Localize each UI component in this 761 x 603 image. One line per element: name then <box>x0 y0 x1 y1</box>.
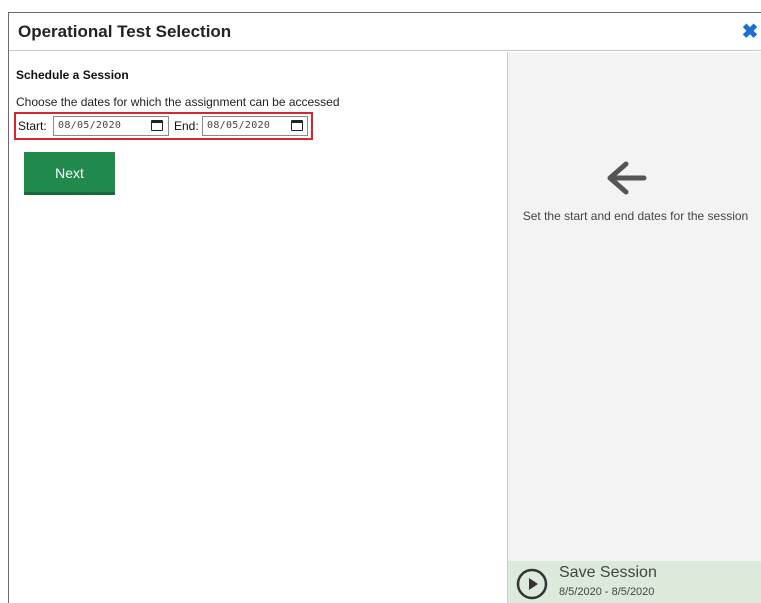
schedule-pane: Schedule a Session Choose the dates for … <box>9 52 507 603</box>
play-circle-icon <box>516 568 548 600</box>
calendar-icon[interactable] <box>151 120 163 131</box>
help-pane: Set the start and end dates for the sess… <box>507 52 761 603</box>
start-date-label: Start: <box>18 119 47 133</box>
end-date-input[interactable]: 08/05/2020 <box>202 116 308 136</box>
operational-test-dialog: Operational Test Selection ✖ Schedule a … <box>8 12 761 603</box>
close-icon[interactable]: ✖ <box>740 20 760 44</box>
calendar-icon[interactable] <box>291 120 303 131</box>
dialog-title: Operational Test Selection <box>18 22 232 41</box>
hint-text: Set the start and end dates for the sess… <box>522 209 749 223</box>
dialog-header: Operational Test Selection ✖ <box>9 13 761 51</box>
save-session-button[interactable]: Save Session 8/5/2020 - 8/5/2020 <box>508 561 761 603</box>
start-date-value: 08/05/2020 <box>58 120 122 131</box>
save-session-dates: 8/5/2020 - 8/5/2020 <box>559 586 655 598</box>
end-date-value: 08/05/2020 <box>207 120 271 131</box>
arrow-left-icon <box>607 161 647 195</box>
start-date-input[interactable]: 08/05/2020 <box>53 116 169 136</box>
section-title: Schedule a Session <box>16 68 129 82</box>
instructions-text: Choose the dates for which the assignmen… <box>16 95 340 109</box>
save-session-label: Save Session <box>559 564 657 581</box>
date-range-row: Start: 08/05/2020 End: 08/05/2020 <box>14 112 313 140</box>
next-button[interactable]: Next <box>24 152 115 195</box>
end-date-label: End: <box>174 119 199 133</box>
